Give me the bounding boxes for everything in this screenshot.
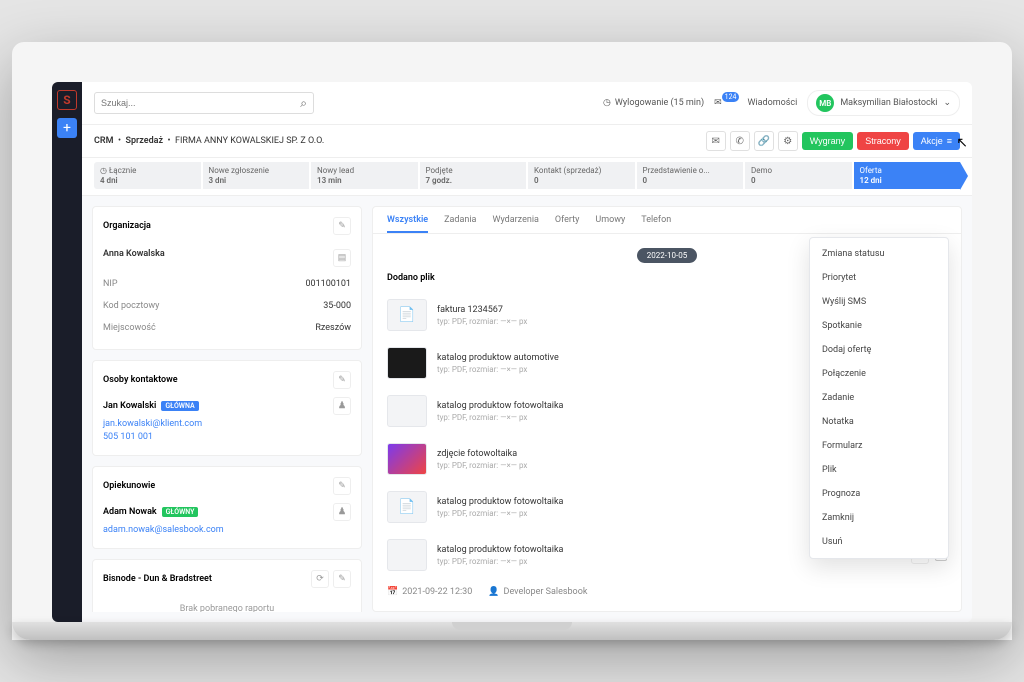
info-row: Kod pocztowy 35-000 <box>103 295 351 317</box>
calendar-icon: 📅 <box>387 587 398 597</box>
dropdown-item-call[interactable]: Połączenie <box>810 362 948 386</box>
dropdown-item-close[interactable]: Zamknij <box>810 506 948 530</box>
dropdown-item-file[interactable]: Plik <box>810 458 948 482</box>
file-thumbnail <box>387 443 427 475</box>
org-title: Organizacja <box>103 221 151 231</box>
stage-new-request[interactable]: Nowe zgłoszenie 3 dni <box>203 162 310 189</box>
edit-icon[interactable]: ✎ <box>333 371 351 389</box>
stage-demo[interactable]: Demo 0 <box>745 162 852 189</box>
add-button[interactable]: + <box>57 118 77 138</box>
tab-offers[interactable]: Oferty <box>555 215 579 233</box>
tab-events[interactable]: Wydarzenia <box>492 215 538 233</box>
dropdown-item-offer[interactable]: Dodaj ofertę <box>810 338 948 362</box>
pdf-icon: 📄 <box>387 491 427 523</box>
stage-contact[interactable]: Kontakt (sprzedaż) 0 <box>528 162 635 189</box>
activity-meta: 📅 2021-09-22 12:30 👤 Developer Salesbook <box>387 579 947 605</box>
file-thumbnail <box>387 395 427 427</box>
refresh-icon[interactable]: ⟳ <box>311 570 329 588</box>
dropdown-item-priority[interactable]: Priorytet <box>810 266 948 290</box>
org-name: Anna Kowalska <box>103 249 165 267</box>
message-badge: 124 <box>722 92 740 102</box>
tab-all[interactable]: Wszystkie <box>387 215 428 233</box>
mail-icon: ✉ <box>714 98 722 108</box>
messages-link[interactable]: ✉ 124 Wiadomości <box>714 98 797 108</box>
stage-presentation[interactable]: Przedstawienie o... 0 <box>637 162 744 189</box>
tab-phone[interactable]: Telefon <box>641 215 671 233</box>
date-chip: 2022-10-05 <box>637 248 697 263</box>
dropdown-item-status[interactable]: Zmiana statusu <box>810 242 948 266</box>
file-thumbnail <box>387 347 427 379</box>
stage-offer[interactable]: Oferta 12 dni <box>854 162 961 189</box>
owner-email[interactable]: adam.nowak@salesbook.com <box>103 525 351 535</box>
file-thumbnail <box>387 539 427 571</box>
link-icon-button[interactable]: 🔗 <box>754 131 774 151</box>
activity-panel: Wszystkie Zadania Wydarzenia Oferty Umow… <box>372 206 962 612</box>
edit-icon[interactable]: ✎ <box>333 477 351 495</box>
menu-icon: ≡ <box>947 136 952 146</box>
search-icon[interactable]: ⌕ <box>300 96 307 111</box>
user-name: Maksymilian Białostocki <box>840 98 937 108</box>
bisnode-card: Bisnode - Dun & Bradstreet ⟳ ✎ Brak pobr… <box>92 559 362 612</box>
owners-card: Opiekunowie ✎ Adam Nowak GŁÓWNY ♟ adam.n… <box>92 466 362 549</box>
dropdown-item-form[interactable]: Formularz <box>810 434 948 458</box>
logo-icon[interactable]: S <box>57 90 77 110</box>
breadcrumb-row: CRM • Sprzedaż • FIRMA ANNY KOWALSKIEJ S… <box>82 125 972 158</box>
clock-icon: ◷ <box>603 98 611 108</box>
dropdown-item-note[interactable]: Notatka <box>810 410 948 434</box>
edit-icon[interactable]: ✎ <box>333 217 351 235</box>
cursor-icon: ↖ <box>956 134 968 151</box>
user-menu[interactable]: MB Maksymilian Białostocki ⌄ <box>807 90 960 116</box>
phone-icon-button[interactable]: ✆ <box>730 131 750 151</box>
dropdown-item-sms[interactable]: Wyślij SMS <box>810 290 948 314</box>
building-icon[interactable]: ▤ <box>333 249 351 267</box>
main-tag: GŁÓWNY <box>162 507 199 517</box>
info-row: NIP 001100101 <box>103 273 351 295</box>
settings-icon-button[interactable]: ⚙ <box>778 131 798 151</box>
actions-button[interactable]: Akcje ≡ ↖ <box>913 132 960 150</box>
stage-taken[interactable]: Podjęte 7 godz. <box>420 162 527 189</box>
breadcrumb: CRM • Sprzedaż • FIRMA ANNY KOWALSKIEJ S… <box>94 136 324 146</box>
contact-phone[interactable]: 505 101 001 <box>103 432 351 442</box>
email-icon-button[interactable]: ✉ <box>706 131 726 151</box>
activity-tabs: Wszystkie Zadania Wydarzenia Oferty Umow… <box>373 207 961 234</box>
tab-tasks[interactable]: Zadania <box>444 215 476 233</box>
chevron-down-icon: ⌄ <box>943 98 951 108</box>
info-row: Miejscowość Rzeszów <box>103 317 351 339</box>
topbar: ⌕ ◷ Wylogowanie (15 min) ✉ 124 Wiadomośc… <box>82 82 972 125</box>
contact-email[interactable]: jan.kowalski@klient.com <box>103 419 351 429</box>
contacts-card: Osoby kontaktowe ✎ Jan Kowalski GŁÓWNA ♟… <box>92 360 362 456</box>
left-column: Organizacja ✎ Anna Kowalska ▤ NIP 001100… <box>92 206 362 612</box>
stage-bar: ◷ Łącznie 4 dni Nowe zgłoszenie 3 dni No… <box>82 158 972 196</box>
pdf-icon: 📄 <box>387 299 427 331</box>
user-icon: 👤 <box>488 587 499 597</box>
person-icon[interactable]: ♟ <box>333 503 351 521</box>
search-input[interactable] <box>101 98 296 108</box>
sidebar-rail: S + <box>52 82 82 622</box>
person-icon[interactable]: ♟ <box>333 397 351 415</box>
tab-contracts[interactable]: Umowy <box>595 215 625 233</box>
lost-button[interactable]: Stracony <box>857 132 909 150</box>
won-button[interactable]: Wygrany <box>802 132 853 150</box>
organization-card: Organizacja ✎ Anna Kowalska ▤ NIP 001100… <box>92 206 362 350</box>
actions-dropdown: Zmiana statusu Priorytet Wyślij SMS Spot… <box>809 237 949 559</box>
dropdown-item-meeting[interactable]: Spotkanie <box>810 314 948 338</box>
stage-new-lead[interactable]: Nowy lead 13 min <box>311 162 418 189</box>
dropdown-item-task[interactable]: Zadanie <box>810 386 948 410</box>
dropdown-item-delete[interactable]: Usuń <box>810 530 948 554</box>
stage-total[interactable]: ◷ Łącznie 4 dni <box>94 162 201 189</box>
main-tag: GŁÓWNA <box>161 401 198 411</box>
search-box[interactable]: ⌕ <box>94 92 314 114</box>
dropdown-item-forecast[interactable]: Prognoza <box>810 482 948 506</box>
empty-report: Brak pobranego raportu <box>103 596 351 612</box>
edit-icon[interactable]: ✎ <box>333 570 351 588</box>
avatar: MB <box>816 94 834 112</box>
logout-timer[interactable]: ◷ Wylogowanie (15 min) <box>603 98 704 108</box>
